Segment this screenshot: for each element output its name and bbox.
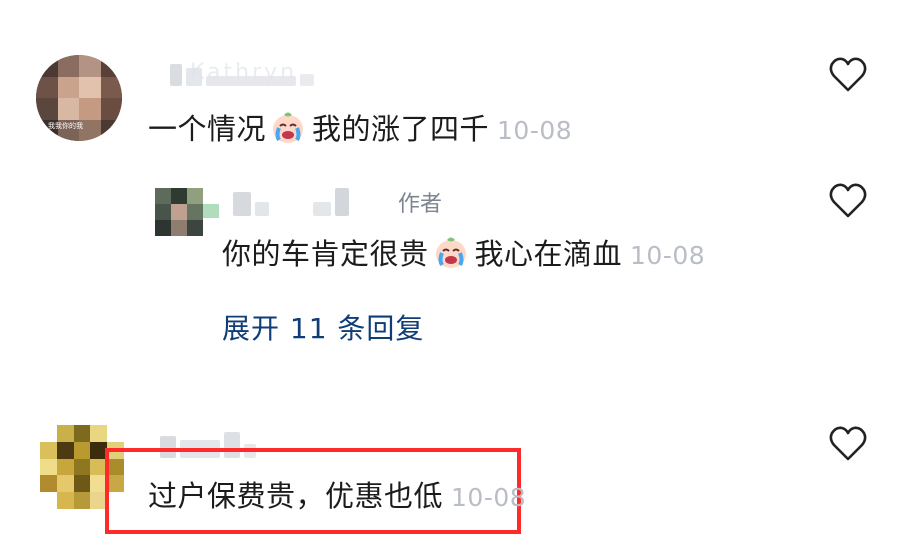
- comment-text-part: 我心在滴血: [474, 237, 623, 271]
- timestamp: 10-08: [497, 116, 573, 145]
- comment-text: 一个情况 我的涨了四千 10-08: [148, 109, 572, 149]
- heart-outline-icon[interactable]: [828, 181, 868, 219]
- comment-text-part: 我的涨了四千: [312, 112, 490, 146]
- avatar[interactable]: [155, 188, 203, 236]
- crying-face-emoji: [273, 112, 304, 143]
- comment-text-part: 你的车肯定很贵: [222, 237, 429, 271]
- timestamp: 10-08: [451, 483, 527, 512]
- comment-text: 过户保费贵，优惠也低 10-08: [148, 478, 526, 516]
- avatar[interactable]: 我我你的我: [36, 55, 122, 141]
- username: Kathryn: [190, 60, 298, 85]
- heart-outline-icon[interactable]: [828, 55, 868, 93]
- expand-replies-link[interactable]: 展开 11 条回复: [222, 307, 424, 347]
- comment-text-part: 一个情况: [148, 112, 267, 146]
- avatar-caption: 我我你的我: [48, 122, 83, 130]
- comment-text-part: 过户保费贵，优惠也低: [148, 479, 444, 513]
- avatar-badge: [203, 204, 219, 218]
- crying-face-emoji: [435, 237, 466, 268]
- timestamp: 10-08: [630, 241, 706, 270]
- comment-text: 你的车肯定很贵 我心在滴血 10-08: [222, 234, 705, 274]
- username-blurred[interactable]: [233, 188, 349, 216]
- author-badge: 作者: [398, 192, 443, 217]
- heart-outline-icon[interactable]: [828, 424, 868, 462]
